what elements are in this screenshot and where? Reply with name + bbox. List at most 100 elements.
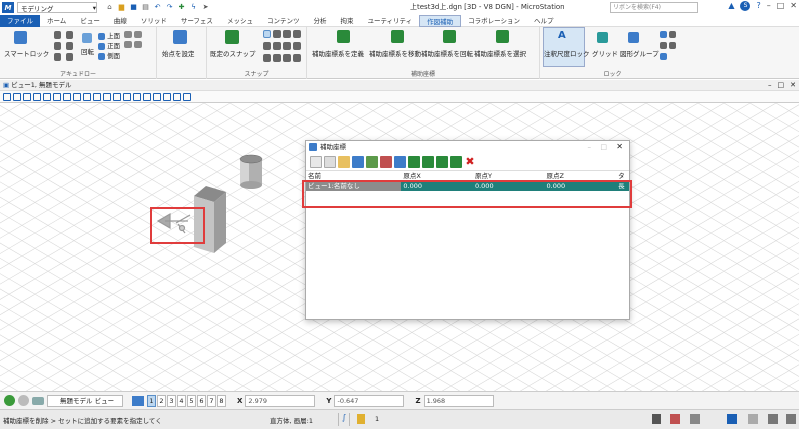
dialog-minimize-icon[interactable]: – — [588, 141, 592, 153]
view-button-8[interactable]: 8 — [217, 394, 226, 407]
tab-10[interactable]: ユーティリティ — [360, 15, 419, 27]
workflow-selector[interactable]: モデリング ▾ — [17, 2, 97, 13]
close-icon[interactable]: ✕ — [790, 1, 797, 11]
view-button-7[interactable]: 7 — [207, 394, 216, 407]
view-button-1[interactable]: 1 — [147, 394, 156, 407]
tab-3[interactable]: 曲線 — [107, 15, 134, 27]
messages-icon[interactable] — [690, 414, 700, 424]
acs-tool-8-icon[interactable] — [450, 155, 462, 168]
x-coordinate-field[interactable]: 2.979 — [245, 394, 316, 407]
model-icon[interactable] — [32, 396, 44, 405]
open-acs-icon[interactable] — [338, 155, 350, 168]
view-button-5[interactable]: 5 — [187, 394, 196, 407]
redo-icon[interactable]: ↷ — [165, 3, 174, 12]
tab-12[interactable]: コラボレーション — [461, 15, 527, 27]
tab-13[interactable]: ヘルプ — [527, 15, 561, 27]
define-acs-button[interactable]: 補助座標系を定義 — [312, 48, 364, 58]
view-button-4[interactable]: 4 — [177, 394, 186, 407]
acs-tool-2-icon[interactable] — [366, 155, 378, 168]
design-history-icon[interactable] — [670, 414, 680, 424]
acs-tool-5-icon[interactable] — [408, 155, 420, 168]
notification-icon[interactable]: ▲ — [728, 1, 734, 11]
tab-7[interactable]: コンテンツ — [260, 15, 307, 27]
col-origin-y[interactable]: 原点Y — [473, 171, 545, 180]
home-icon[interactable]: ⌂ — [105, 3, 114, 12]
forward-icon[interactable] — [18, 395, 29, 406]
lock-icon-6[interactable] — [66, 53, 73, 61]
view-model-selector[interactable]: 無題モデル ビュー — [47, 394, 123, 407]
undo-icon[interactable]: ↶ — [153, 3, 162, 12]
view-groups-icon[interactable] — [132, 395, 144, 406]
brush-icon[interactable] — [33, 92, 41, 101]
microstation-logo-icon[interactable]: M — [2, 2, 14, 13]
lightning-icon[interactable]: ϟ — [189, 3, 198, 12]
move-acs-button[interactable]: 補助座標系を移動 — [369, 48, 421, 58]
y-coordinate-field[interactable]: -0.647 — [334, 394, 405, 407]
previous-view-icon[interactable] — [113, 92, 121, 101]
set-origin-button[interactable]: 始点を設定 — [162, 48, 195, 58]
cursor-icon[interactable]: ➤ — [201, 3, 210, 12]
accudraw-tool-2[interactable] — [124, 40, 143, 48]
zoom-out-icon[interactable] — [63, 92, 71, 101]
render-icon[interactable] — [173, 92, 181, 101]
clip-mask-icon[interactable] — [153, 92, 161, 101]
view-button-3[interactable]: 3 — [167, 394, 176, 407]
dialog-close-icon[interactable]: ✕ — [616, 141, 623, 153]
new-acs-icon[interactable] — [310, 155, 322, 168]
grid-button[interactable]: グリッド — [592, 48, 618, 58]
pan-view-icon[interactable] — [93, 92, 101, 101]
select-acs-button[interactable]: 補助座標系を選択 — [474, 48, 526, 58]
lock-icon-2[interactable] — [54, 42, 61, 50]
z-coordinate-field[interactable]: 1.968 — [423, 394, 494, 407]
rotate-acs-button[interactable]: 補助座標系を回転 — [421, 48, 473, 58]
lock-icon-4[interactable] — [66, 31, 73, 39]
col-origin-z[interactable]: 原点Z — [545, 171, 617, 180]
col-name[interactable]: 名前 — [306, 171, 401, 180]
view-display-icon[interactable] — [13, 92, 21, 101]
tab-2[interactable]: ビュー — [73, 15, 107, 27]
top-view-button[interactable]: 上面 — [98, 30, 120, 40]
delete-acs-icon[interactable]: ✖ — [464, 155, 476, 168]
lock-tool-icons-3[interactable] — [660, 52, 667, 60]
status-tool-3-icon[interactable] — [786, 414, 796, 424]
graphic-group-icon[interactable] — [628, 32, 639, 43]
help-icon[interactable]: ? — [756, 1, 760, 11]
acs-tool-1-icon[interactable] — [352, 155, 364, 168]
view-minimize-icon[interactable]: – — [768, 80, 772, 91]
next-view-icon[interactable] — [123, 92, 131, 101]
tab-11[interactable]: 作図補助 — [419, 14, 462, 27]
annotation-scale-lock-button[interactable]: 注釈尺度ロック — [544, 48, 590, 58]
tab-0[interactable]: ファイル — [0, 14, 40, 27]
help-book-icon[interactable] — [727, 414, 737, 424]
tab-8[interactable]: 分析 — [306, 15, 333, 27]
cylinder-solid[interactable] — [239, 154, 263, 189]
snap-mode-icons[interactable] — [263, 30, 302, 38]
acs-tool-7-icon[interactable] — [436, 155, 448, 168]
grid-icon[interactable] — [597, 32, 608, 43]
maximize-icon[interactable]: □ — [777, 1, 785, 11]
tab-6[interactable]: メッシュ — [220, 15, 260, 27]
snap-status-icon[interactable]: ∫ — [338, 413, 350, 426]
annotation-scale-icon[interactable]: A — [558, 30, 566, 41]
save-status-icon[interactable] — [652, 414, 661, 424]
acs-tool-6-icon[interactable] — [422, 155, 434, 168]
status-tool-icon[interactable] — [748, 414, 758, 424]
fit-view-icon[interactable] — [43, 92, 51, 101]
lock-icon-3[interactable] — [54, 53, 61, 61]
print-icon[interactable]: ▤ — [141, 3, 150, 12]
accudraw-tool-1[interactable] — [124, 30, 143, 38]
lights-icon[interactable] — [183, 92, 191, 101]
lock-tool-icons[interactable] — [660, 30, 677, 38]
status-tool-2-icon[interactable] — [768, 414, 778, 424]
acs-tool-3-icon[interactable] — [380, 155, 392, 168]
tab-9[interactable]: 拘束 — [333, 15, 360, 27]
view-button-6[interactable]: 6 — [197, 394, 206, 407]
ribbon-search-input[interactable]: リボンを検索(F4) — [610, 2, 698, 13]
minimize-icon[interactable]: – — [767, 1, 771, 11]
view-button-2[interactable]: 2 — [157, 394, 166, 407]
col-type[interactable]: タ — [616, 171, 629, 180]
front-view-button[interactable]: 正面 — [98, 40, 120, 50]
view-maximize-icon[interactable]: □ — [778, 80, 785, 91]
tab-4[interactable]: ソリッド — [134, 15, 174, 27]
back-icon[interactable] — [4, 395, 15, 406]
